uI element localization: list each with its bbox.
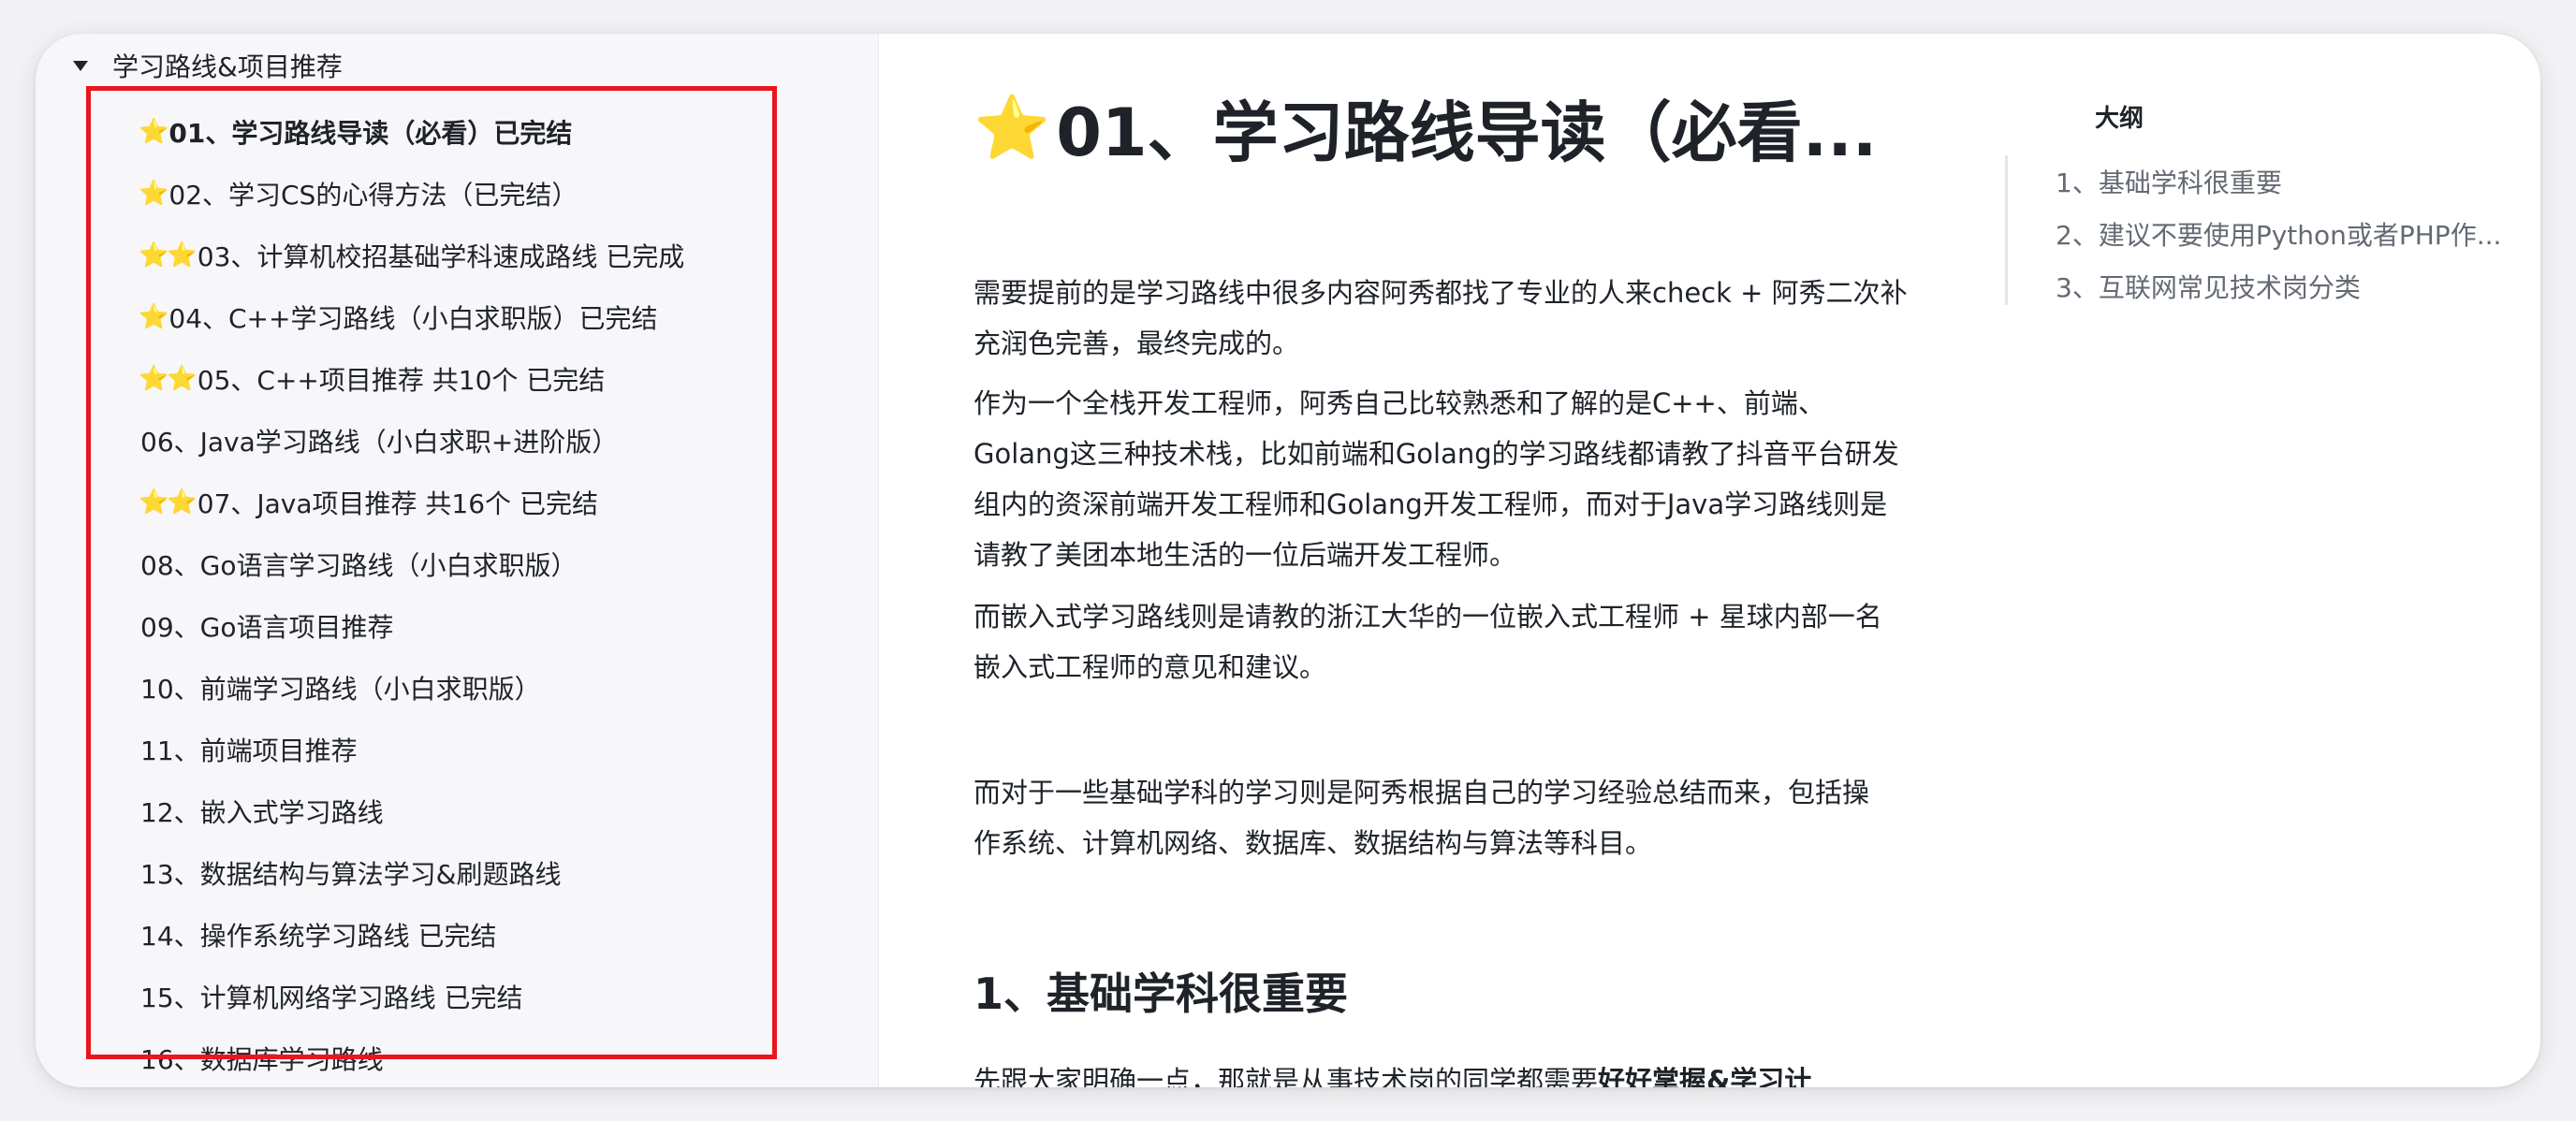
- nav-item-10[interactable]: 10、前端学习路线（小白求职版）: [36, 657, 878, 719]
- folder-toggle[interactable]: 学习路线&项目推荐: [54, 43, 343, 88]
- folder-label: 学习路线&项目推荐: [112, 51, 343, 82]
- star-icon: ⭐: [139, 303, 168, 331]
- paragraph-line: 组内的资深前端开发工程师和Golang开发工程师，而对于Java学习路线则是: [973, 488, 1888, 520]
- nav-item-label: 10、前端学习路线（小白求职版）: [140, 674, 541, 705]
- nav-item-label: 02、学习CS的心得方法（已完结）: [168, 180, 578, 211]
- paragraph-line: 需要提前的是学习路线中很多内容阿秀都找了专业的人来check + 阿秀二次补: [973, 277, 1908, 309]
- paragraph-4: 而对于一些基础学科的学习则是阿秀根据自己的学习经验总结而来，包括操 作系统、计算…: [973, 767, 1928, 868]
- sidebar: 学习路线&项目推荐 ⭐ 01、学习路线导读（必看）已完结 ⭐ 02、学习CS的心…: [36, 34, 879, 1087]
- nav-item-label: 08、Go语言学习路线（小白求职版）: [140, 550, 578, 581]
- nav-item-label: 04、C++学习路线（小白求职版）已完结: [168, 303, 658, 334]
- nav-item-label: 15、计算机网络学习路线 已完结: [140, 983, 523, 1013]
- nav-item-16[interactable]: 16、数据库学习路线: [36, 1027, 878, 1087]
- nav-item-label: 03、计算机校招基础学科速成路线 已完成: [197, 241, 685, 272]
- document-content: ⭐ 01、学习路线导读（必看... 需要提前的是学习路线中很多内容阿秀都找了专业…: [880, 34, 1975, 1088]
- paragraph-line: 而对于一些基础学科的学习则是阿秀根据自己的学习经验总结而来，包括操: [973, 777, 1870, 808]
- star-icon: ⭐: [139, 180, 168, 208]
- page-title-text: 01、学习路线导读（必看...: [1056, 95, 1878, 171]
- outline-divider: [2005, 155, 2008, 305]
- nav-item-15[interactable]: 15、计算机网络学习路线 已完结: [36, 966, 878, 1027]
- cut-text-bold: 好好掌握&学习计: [1598, 1065, 1812, 1087]
- cut-text-normal: 先跟大家明确一点，那就是从事技术岗的同学都需要: [973, 1065, 1599, 1087]
- nav-item-13[interactable]: 13、数据结构与算法学习&刷题路线: [36, 842, 878, 904]
- paragraph-line: 作系统、计算机网络、数据库、数据结构与算法等科目。: [973, 827, 1653, 859]
- nav-item-14[interactable]: 14、操作系统学习路线 已完结: [36, 904, 878, 966]
- paragraph-line: 请教了美团本地生活的一位后端开发工程师。: [973, 539, 1517, 571]
- paragraph-line: 作为一个全栈开发工程师，阿秀自己比较熟悉和了解的是C++、前端、: [973, 387, 1825, 419]
- nav-item-11[interactable]: 11、前端项目推荐: [36, 719, 878, 780]
- cut-off-paragraph: 先跟大家明确一点，那就是从事技术岗的同学都需要好好掌握&学习计: [973, 1059, 1811, 1087]
- nav-item-12[interactable]: 12、嵌入式学习路线: [36, 780, 878, 842]
- section-heading: 1、基础学科很重要: [973, 968, 1349, 1019]
- outline-panel: 大纲 1、基础学科很重要 2、建议不要使用Python或者PHP作... 3、互…: [2001, 34, 2540, 1087]
- nav-item-06[interactable]: 06、Java学习路线（小白求职+进阶版）: [36, 410, 878, 472]
- star-icon: ⭐⭐: [139, 365, 198, 393]
- nav-item-label: 14、操作系统学习路线 已完结: [140, 921, 497, 952]
- outline-title: 大纲: [2095, 105, 2144, 133]
- nav-item-03[interactable]: ⭐⭐ 03、计算机校招基础学科速成路线 已完成: [36, 225, 878, 286]
- paragraph-line: 嵌入式工程师的意见和建议。: [973, 651, 1327, 683]
- paragraph-line: 而嵌入式学习路线则是请教的浙江大华的一位嵌入式工程师 + 星球内部一名: [973, 601, 1882, 633]
- nav-list: ⭐ 01、学习路线导读（必看）已完结 ⭐ 02、学习CS的心得方法（已完结） ⭐…: [36, 101, 878, 1087]
- outline-item[interactable]: 3、互联网常见技术岗分类: [2056, 260, 2501, 313]
- paragraph-2: 作为一个全栈开发工程师，阿秀自己比较熟悉和了解的是C++、前端、 Golang这…: [973, 378, 1928, 580]
- paragraph-line: 充润色完善，最终完成的。: [973, 328, 1300, 359]
- paragraph-line: Golang这三种技术栈，比如前端和Golang的学习路线都请教了抖音平台研发: [973, 438, 1899, 470]
- nav-item-label: 11、前端项目推荐: [140, 735, 358, 766]
- star-icon: ⭐⭐: [139, 488, 198, 517]
- nav-item-04[interactable]: ⭐ 04、C++学习路线（小白求职版）已完结: [36, 286, 878, 348]
- nav-item-07[interactable]: ⭐⭐ 07、Java项目推荐 共16个 已完结: [36, 472, 878, 533]
- star-icon: ⭐: [973, 91, 1051, 164]
- nav-item-label: 06、Java学习路线（小白求职+进阶版）: [140, 427, 619, 458]
- nav-item-label: 01、学习路线导读（必看）已完结: [168, 118, 573, 149]
- paragraph-3: 而嵌入式学习路线则是请教的浙江大华的一位嵌入式工程师 + 星球内部一名 嵌入式工…: [973, 591, 1928, 692]
- nav-item-label: 09、Go语言项目推荐: [140, 612, 394, 643]
- caret-down-icon[interactable]: [73, 60, 88, 71]
- outline-item[interactable]: 1、基础学科很重要: [2056, 155, 2501, 208]
- app-window: 学习路线&项目推荐 ⭐ 01、学习路线导读（必看）已完结 ⭐ 02、学习CS的心…: [36, 34, 2540, 1087]
- nav-item-09[interactable]: 09、Go语言项目推荐: [36, 595, 878, 657]
- nav-item-label: 13、数据结构与算法学习&刷题路线: [140, 859, 562, 890]
- star-icon: ⭐: [139, 118, 168, 146]
- star-icon: ⭐⭐: [139, 241, 198, 269]
- nav-item-05[interactable]: ⭐⭐ 05、C++项目推荐 共10个 已完结: [36, 348, 878, 410]
- nav-item-label: 16、数据库学习路线: [140, 1044, 384, 1075]
- nav-item-label: 12、嵌入式学习路线: [140, 797, 384, 828]
- paragraph-1: 需要提前的是学习路线中很多内容阿秀都找了专业的人来check + 阿秀二次补 充…: [973, 268, 1928, 369]
- nav-item-02[interactable]: ⭐ 02、学习CS的心得方法（已完结）: [36, 163, 878, 225]
- outline-item[interactable]: 2、建议不要使用Python或者PHP作...: [2056, 208, 2501, 260]
- nav-item-label: 05、C++项目推荐 共10个 已完结: [197, 365, 606, 396]
- nav-item-08[interactable]: 08、Go语言学习路线（小白求职版）: [36, 533, 878, 595]
- nav-item-01[interactable]: ⭐ 01、学习路线导读（必看）已完结: [36, 101, 878, 163]
- nav-item-label: 07、Java项目推荐 共16个 已完结: [197, 488, 598, 519]
- outline-list: 1、基础学科很重要 2、建议不要使用Python或者PHP作... 3、互联网常…: [2056, 155, 2501, 313]
- page-title: ⭐ 01、学习路线导读（必看...: [973, 80, 1877, 175]
